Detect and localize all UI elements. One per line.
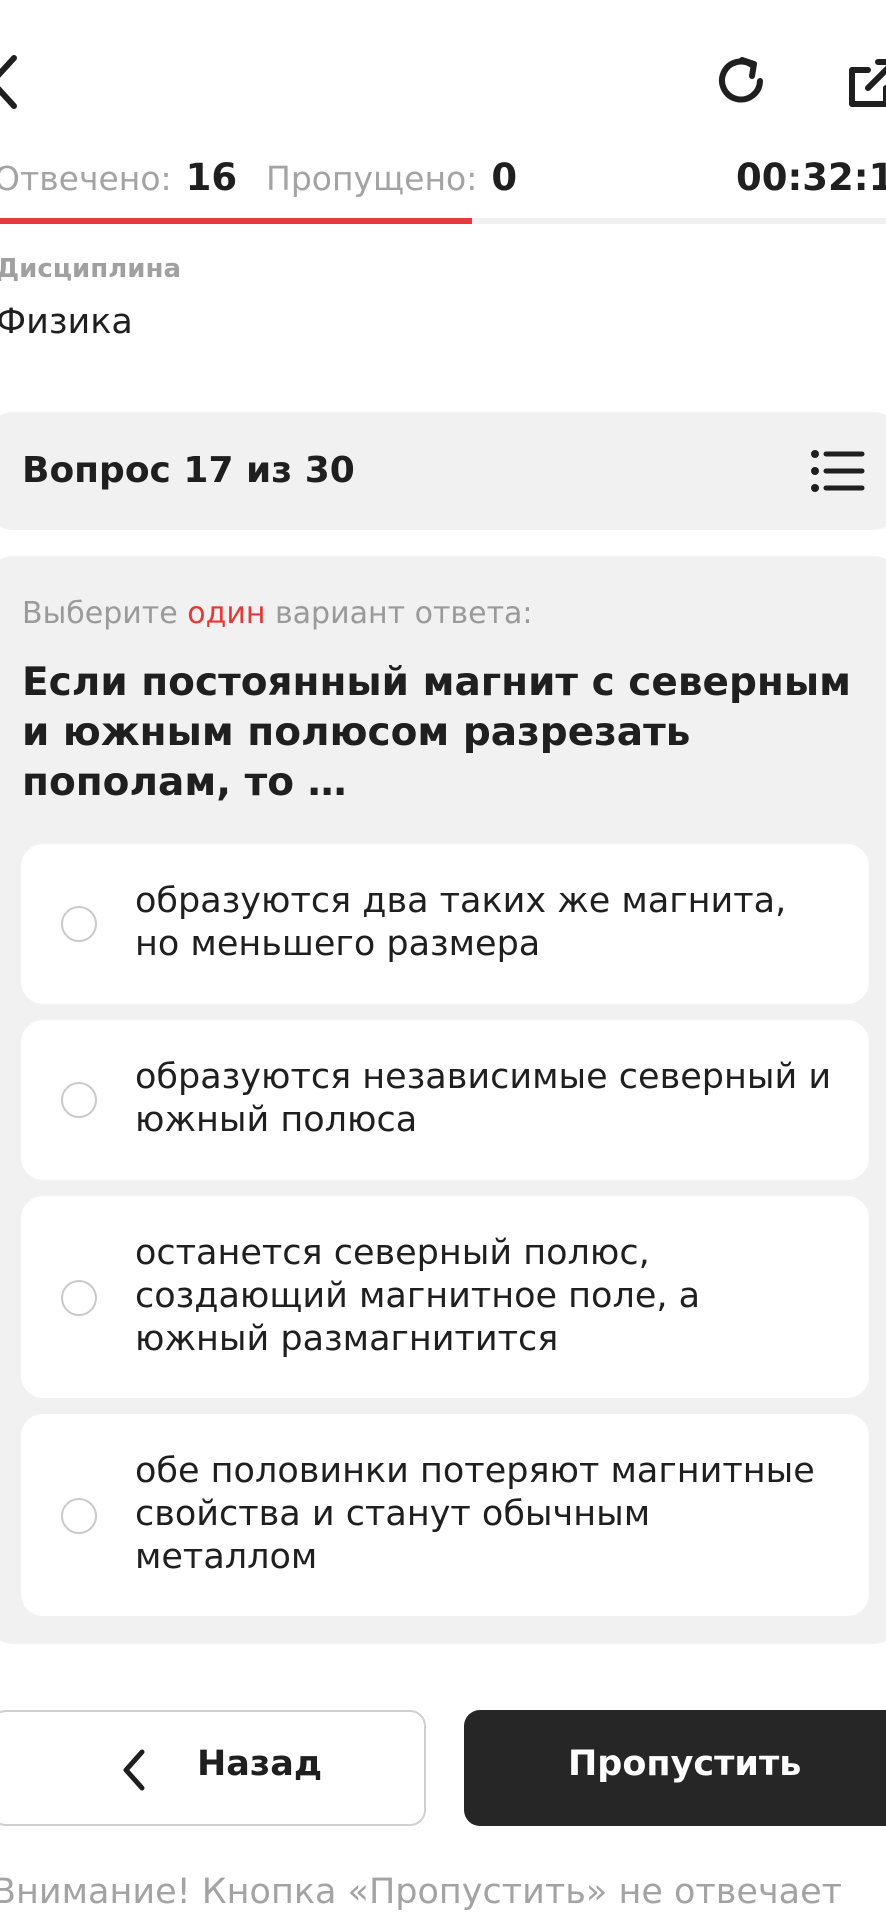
answer-option-text: обе половинки потеряют магнитные свойств… [135,1451,815,1577]
answer-option[interactable]: образуются два таких же магнита, но мень… [21,844,869,1004]
answered-counter: Отвечено: 16 [0,154,237,203]
answer-option[interactable]: останется северный полюс, создающий магн… [21,1196,869,1398]
chevron-left-icon[interactable] [0,52,20,112]
radio-button[interactable] [61,1082,97,1118]
skipped-counter: Пропущено: 0 [266,154,517,203]
question-card: Выберите один вариант ответа: Если посто… [0,556,886,1644]
discipline-value: Физика [0,302,133,342]
instruction-after: вариант ответа: [265,596,533,631]
skip-button[interactable]: Пропустить [464,1710,886,1826]
discipline-label: Дисциплина [0,254,182,284]
instruction-accent: один [187,596,266,631]
answer-option-text: образуются два таких же магнита, но мень… [135,881,787,964]
answer-option[interactable]: образуются независимые северный и южный … [21,1020,869,1180]
radio-button[interactable] [61,1280,97,1316]
back-button[interactable]: Назад [0,1710,426,1826]
timer: 00:32:13 [736,156,886,199]
refresh-icon[interactable] [712,52,770,110]
skipped-value: 0 [491,156,518,199]
skip-button-label: Пропустить [568,1744,802,1784]
question-number: Вопрос 17 из 30 [22,450,355,491]
answered-label: Отвечено: [0,159,172,198]
external-link-icon[interactable] [846,58,886,110]
progress-bar [0,218,886,224]
progress-fill [0,218,473,224]
radio-button[interactable] [61,1498,97,1534]
answer-option-text: образуются независимые северный и южный … [135,1057,832,1140]
top-bar [0,0,886,160]
instruction: Выберите один вариант ответа: [22,596,533,631]
list-icon[interactable] [810,448,866,494]
instruction-before: Выберите [22,596,188,631]
radio-button[interactable] [61,906,97,942]
warning-text: Внимание! Кнопка «Пропустить» не отвечае… [0,1872,842,1912]
answer-option-text: останется северный полюс, создающий магн… [135,1233,701,1359]
chevron-left-icon [123,1749,145,1791]
question-header: Вопрос 17 из 30 [0,412,886,530]
answer-option[interactable]: обе половинки потеряют магнитные свойств… [21,1414,869,1616]
back-button-label: Назад [197,1744,323,1784]
question-text: Если постоянный магнит с северным и южны… [22,660,852,805]
answered-value: 16 [185,156,238,199]
skipped-label: Пропущено: [266,159,478,198]
